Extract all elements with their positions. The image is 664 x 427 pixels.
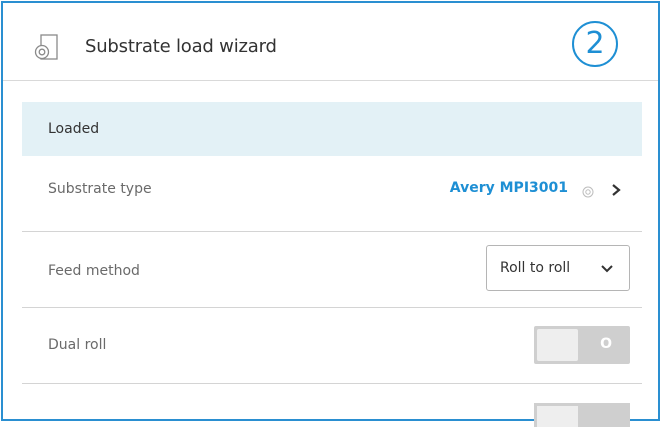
section-header-loaded: Loaded	[22, 102, 642, 156]
next-row-toggle[interactable]	[534, 403, 630, 427]
substrate-type-row[interactable]: Substrate type Avery MPI3001	[22, 156, 642, 232]
next-toggle-knob	[537, 406, 578, 427]
toggle-state-text: O	[600, 336, 612, 352]
wizard-panel: Substrate load wizard 2 Loaded Substrate…	[1, 1, 660, 427]
substrate-info-icon	[582, 186, 594, 198]
dual-roll-label: Dual roll	[48, 337, 107, 353]
next-row-partial	[22, 384, 642, 427]
wizard-title: Substrate load wizard	[85, 36, 277, 57]
dual-roll-toggle[interactable]: O	[534, 326, 630, 364]
substrate-roll-icon	[34, 34, 58, 60]
feed-method-label: Feed method	[48, 263, 140, 279]
step-number-badge: 2	[572, 21, 618, 67]
feed-method-row: Feed method Roll to roll	[22, 232, 642, 308]
wizard-content: Loaded Substrate type Avery MPI3001 Feed…	[22, 102, 642, 427]
substrate-type-label: Substrate type	[48, 181, 152, 197]
wizard-header: Substrate load wizard 2	[3, 3, 658, 81]
chevron-down-icon	[601, 265, 613, 273]
chevron-right-icon[interactable]	[610, 183, 622, 197]
substrate-type-value[interactable]: Avery MPI3001	[450, 180, 568, 196]
feed-method-value: Roll to roll	[500, 260, 571, 276]
toggle-knob	[537, 329, 578, 361]
feed-method-select[interactable]: Roll to roll	[486, 245, 630, 291]
dual-roll-row: Dual roll O	[22, 308, 642, 384]
